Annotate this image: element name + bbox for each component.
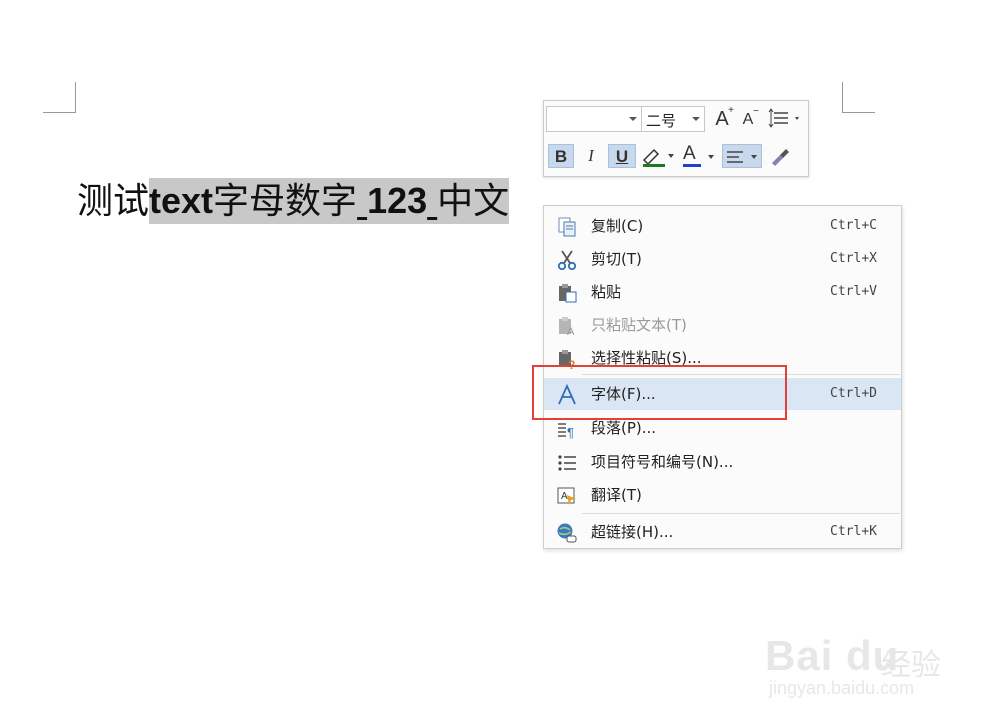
- bullets-numbering-icon: [558, 455, 576, 471]
- document-text-line[interactable]: 测试text字母数字 123 中文: [77, 178, 510, 224]
- doc-text-end: 中文: [437, 180, 510, 221]
- baidu-logo: Bai du: [765, 632, 900, 679]
- paragraph-icon: ¶: [558, 423, 574, 440]
- page-corner-mark-right: [842, 82, 875, 113]
- menu-item-bullets-numbering[interactable]: 项目符号和编号(N)...: [544, 446, 901, 478]
- font-size-combo[interactable]: 二号: [641, 106, 705, 132]
- italic-button[interactable]: I: [579, 144, 603, 168]
- menu-item-copy[interactable]: 复制(C) Ctrl+C: [544, 210, 901, 242]
- chevron-down-icon: [629, 117, 637, 121]
- menu-item-label: 翻译(T): [591, 486, 642, 504]
- line-spacing-button[interactable]: [766, 107, 804, 131]
- doc-text-mid: 字母数字: [213, 180, 358, 221]
- baidu-watermark: Bai du 经验 jingyan.baidu.com: [765, 612, 955, 702]
- menu-item-hyperlink[interactable]: 超链接(H)... Ctrl+K: [544, 516, 901, 548]
- menu-item-translate[interactable]: A 翻译(T): [544, 479, 901, 511]
- svg-text:A: A: [567, 326, 575, 337]
- underline-icon: U: [615, 147, 629, 166]
- annotation-highlight-box: [532, 365, 787, 420]
- menu-item-label: 只粘贴文本(T): [591, 316, 687, 334]
- hyperlink-icon: [557, 523, 577, 543]
- menu-separator: [582, 513, 900, 514]
- menu-item-label: 粘贴: [591, 283, 622, 301]
- menu-item-label: 段落(P)...: [591, 419, 657, 437]
- translate-icon: A: [557, 487, 576, 505]
- font-size-value: 二号: [646, 112, 677, 130]
- svg-text:¶: ¶: [567, 425, 574, 440]
- menu-item-shortcut: Ctrl+X: [830, 251, 877, 266]
- menu-item-paste[interactable]: 粘贴 Ctrl+V: [544, 276, 901, 308]
- italic-icon: I: [588, 146, 594, 165]
- menu-item-paste-text-only[interactable]: A 只粘贴文本(T): [544, 309, 901, 341]
- paste-icon: [559, 284, 577, 303]
- doc-text-number: 123: [367, 180, 428, 221]
- bold-button[interactable]: B: [548, 144, 574, 168]
- menu-item-shortcut: Ctrl+V: [830, 284, 877, 299]
- page-corner-mark-left: [43, 82, 76, 113]
- doc-selected-text[interactable]: text字母数字 123 中文: [149, 178, 510, 224]
- copy-icon: [558, 217, 576, 237]
- menu-item-shortcut: Ctrl+K: [830, 524, 877, 539]
- format-painter-button[interactable]: [766, 144, 792, 168]
- highlighter-icon: [642, 148, 674, 167]
- format-painter-icon: [772, 149, 789, 166]
- font-color-icon: A: [683, 143, 696, 164]
- align-left-icon: [727, 151, 757, 163]
- highlight-button[interactable]: [640, 144, 676, 168]
- grow-font-icon: A: [715, 108, 729, 130]
- scissors-icon: [557, 250, 577, 271]
- svg-text:A: A: [561, 491, 568, 502]
- font-color-button[interactable]: A: [680, 143, 718, 168]
- paste-text-only-icon: A: [559, 317, 575, 337]
- underline-button[interactable]: U: [608, 144, 636, 168]
- bold-icon: B: [554, 147, 568, 166]
- menu-item-shortcut: Ctrl+C: [830, 218, 877, 233]
- line-spacing-icon: [768, 108, 799, 128]
- menu-item-label: 剪切(T): [591, 250, 642, 268]
- menu-item-shortcut: Ctrl+D: [830, 386, 877, 401]
- shrink-font-icon: A: [742, 111, 754, 128]
- shrink-font-button[interactable]: A −: [737, 106, 759, 132]
- grow-font-button[interactable]: A +: [710, 105, 734, 131]
- chevron-down-icon: [692, 117, 700, 121]
- menu-item-label: 项目符号和编号(N)...: [591, 453, 734, 471]
- menu-item-label: 超链接(H)...: [591, 523, 674, 541]
- chevron-down-icon: [708, 155, 714, 159]
- font-name-combo[interactable]: [546, 106, 642, 132]
- menu-item-cut[interactable]: 剪切(T) Ctrl+X: [544, 243, 901, 275]
- align-button[interactable]: [722, 144, 762, 168]
- menu-item-label: 复制(C): [591, 217, 644, 235]
- watermark-url: jingyan.baidu.com: [769, 678, 915, 698]
- doc-text-plain: 测试: [77, 180, 150, 221]
- floating-format-toolbar: 二号 A + A − B I U A: [543, 100, 809, 177]
- font-color-swatch: [683, 164, 701, 167]
- doc-text-bold: text: [149, 180, 214, 221]
